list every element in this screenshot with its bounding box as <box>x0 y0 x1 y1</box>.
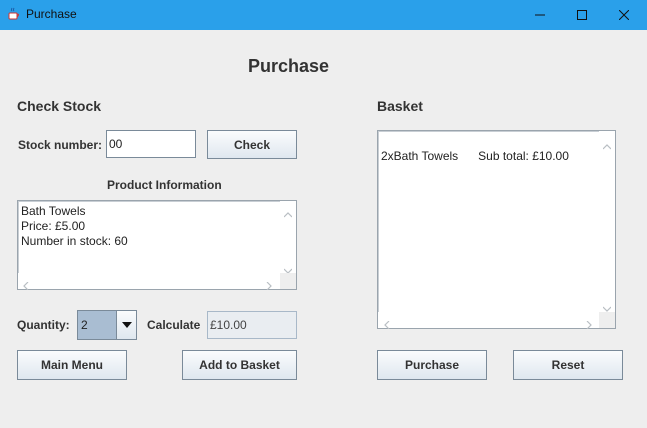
purchase-button[interactable]: Purchase <box>377 350 487 380</box>
vertical-scrollbar[interactable] <box>280 201 296 275</box>
stock-number-label: Stock number: <box>18 138 103 152</box>
chevron-down-icon <box>121 322 132 328</box>
scroll-corner <box>280 273 296 289</box>
page-title: Purchase <box>248 56 330 76</box>
check-stock-heading: Check Stock <box>17 98 102 114</box>
maximize-button[interactable] <box>559 0 605 30</box>
add-to-basket-button[interactable]: Add to Basket <box>182 350 297 380</box>
horizontal-scrollbar[interactable] <box>18 273 280 291</box>
basket-horizontal-scrollbar[interactable] <box>378 312 599 330</box>
check-button[interactable]: Check <box>207 130 297 159</box>
minimize-icon <box>535 14 545 16</box>
basket-area[interactable]: 2xBath Towels Sub total: £10.00 <box>377 130 616 330</box>
scroll-up-icon[interactable] <box>283 205 293 223</box>
quantity-label: Quantity: <box>17 318 70 332</box>
scroll-up-icon[interactable] <box>602 137 612 155</box>
dropdown-button[interactable] <box>116 311 136 339</box>
main-menu-button[interactable]: Main Menu <box>17 350 127 380</box>
quantity-dropdown[interactable]: 2 <box>77 310 137 340</box>
basket-text: 2xBath Towels Sub total: £10.00 <box>381 149 569 163</box>
window-title: Purchase <box>26 7 77 21</box>
scroll-right-icon[interactable] <box>586 316 592 334</box>
scroll-left-icon[interactable] <box>384 316 390 334</box>
basket-heading: Basket <box>377 98 423 114</box>
scroll-right-icon[interactable] <box>266 277 272 295</box>
minimize-button[interactable] <box>517 0 563 30</box>
close-icon <box>619 10 629 20</box>
calculate-field: £10.00 <box>207 311 297 339</box>
quantity-value: 2 <box>81 318 88 332</box>
scroll-corner <box>599 312 615 328</box>
calculate-label: Calculate <box>147 318 201 332</box>
reset-button[interactable]: Reset <box>513 350 623 380</box>
basket-vertical-scrollbar[interactable] <box>599 131 615 314</box>
stock-number-input[interactable] <box>106 130 196 158</box>
close-button[interactable] <box>601 0 647 30</box>
java-cup-icon <box>8 7 19 20</box>
title-bar: Purchase <box>0 0 647 30</box>
product-info-heading: Product Information <box>107 178 222 192</box>
scroll-left-icon[interactable] <box>23 277 29 295</box>
product-info-text: Bath Towels Price: £5.00 Number in stock… <box>21 204 128 248</box>
product-info-area[interactable]: Bath Towels Price: £5.00 Number in stock… <box>17 200 297 291</box>
maximize-icon <box>577 10 587 20</box>
